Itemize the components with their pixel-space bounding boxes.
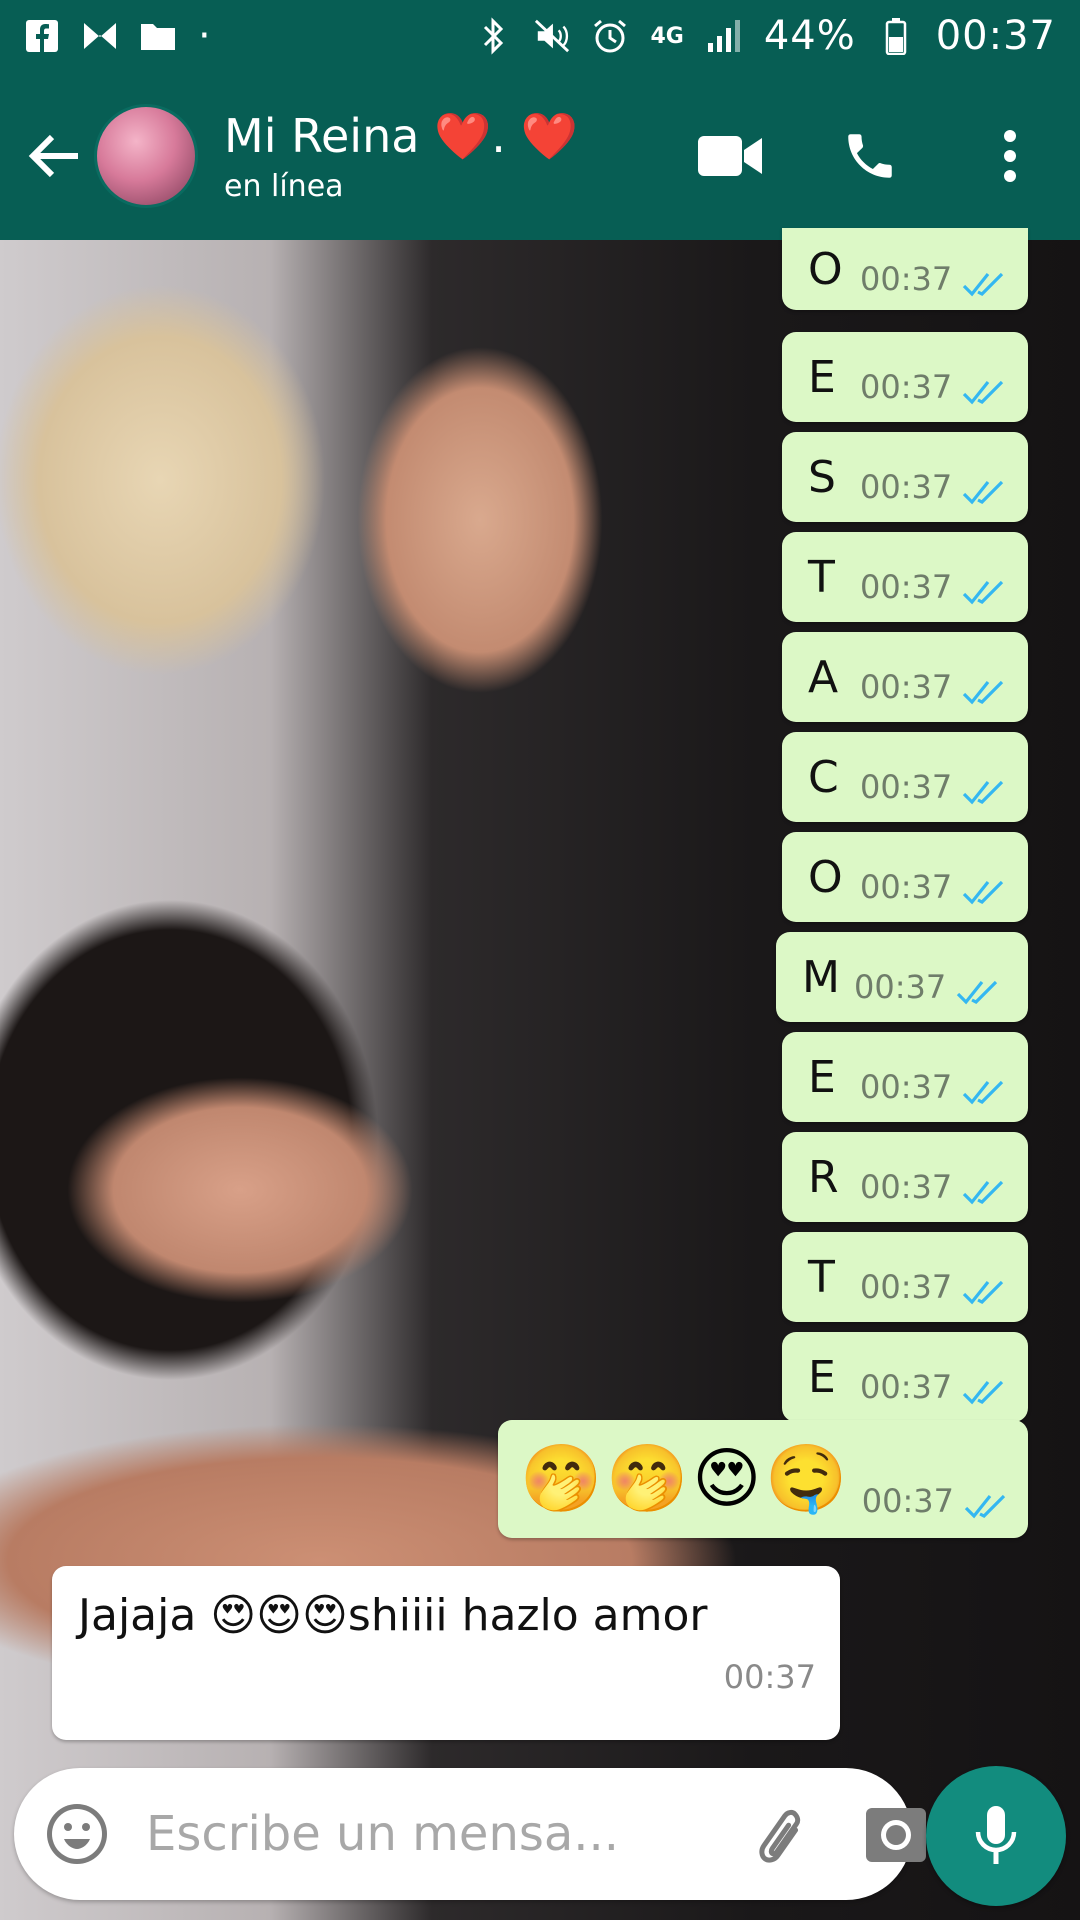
read-check-icon [963, 680, 1004, 705]
message-text: T [808, 551, 835, 603]
read-check-icon [963, 480, 1004, 505]
message-text: 🤭🤭😍🤤 [520, 1440, 852, 1517]
facebook-icon [24, 18, 60, 54]
message-text: M [802, 951, 840, 1003]
message-time: 00:37 [860, 468, 953, 506]
paperclip-icon [759, 1809, 801, 1863]
notification-app-icon [82, 18, 118, 54]
contact-name: Mi Reina ❤️. ❤️ [224, 108, 578, 163]
message-bubble-outgoing[interactable]: A 00:37 [782, 632, 1028, 722]
read-check-icon [963, 272, 1004, 297]
read-check-icon [963, 1180, 1004, 1205]
status-bar: · 4G 44% 00:37 [0, 0, 1080, 72]
message-time: 00:37 [860, 768, 953, 806]
message-time: 00:37 [860, 668, 953, 706]
message-text: C [808, 751, 839, 803]
contact-info[interactable]: Mi Reina ❤️. ❤️ en línea [224, 109, 690, 204]
more-vert-icon [1004, 130, 1016, 182]
message-time: 00:37 [860, 1268, 953, 1306]
bluetooth-icon [476, 17, 512, 55]
message-bubble-outgoing[interactable]: C 00:37 [782, 732, 1028, 822]
message-input[interactable] [144, 1805, 746, 1863]
camera-button[interactable] [864, 1799, 928, 1869]
message-time: 00:37 [860, 1068, 953, 1106]
message-text: Jajaja 😍😍😍shiiii hazlo amor [78, 1590, 708, 1641]
message-time: 00:37 [861, 1482, 954, 1520]
signal-icon [706, 18, 742, 54]
message-text: E [808, 351, 836, 403]
message-bubble-outgoing[interactable]: T 00:37 [782, 532, 1028, 622]
message-time: 00:37 [860, 368, 953, 406]
message-bubble-outgoing[interactable]: O 00:37 [782, 832, 1028, 922]
message-text: O [808, 851, 843, 903]
message-bubble-outgoing[interactable]: O 00:37 [782, 228, 1028, 310]
message-time: 00:37 [860, 260, 953, 298]
message-bubble-outgoing[interactable]: M 00:37 [776, 932, 1028, 1022]
read-check-icon [963, 1280, 1004, 1305]
message-time: 00:37 [860, 1368, 953, 1406]
emoji-button[interactable] [44, 1801, 110, 1867]
message-time: 00:37 [860, 868, 953, 906]
mute-vibrate-icon [534, 18, 570, 54]
message-text: A [808, 651, 839, 703]
video-call-button[interactable] [690, 116, 770, 196]
mic-button[interactable] [926, 1766, 1066, 1906]
avatar[interactable] [94, 104, 198, 208]
back-button[interactable] [14, 116, 94, 196]
message-text: T [808, 1251, 835, 1303]
microphone-icon [975, 1806, 1017, 1864]
read-check-icon [964, 1494, 1006, 1519]
camera-icon [866, 1808, 926, 1862]
read-check-icon [957, 980, 998, 1005]
message-bubble-incoming[interactable]: Jajaja 😍😍😍shiiii hazlo amor 00:37 [52, 1566, 840, 1740]
read-check-icon [963, 1080, 1004, 1105]
message-bubble-outgoing[interactable]: S 00:37 [782, 432, 1028, 522]
message-time: 00:37 [860, 1168, 953, 1206]
message-bubble-outgoing[interactable]: E 00:37 [782, 1332, 1028, 1422]
message-bubble-outgoing[interactable]: E 00:37 [782, 332, 1028, 422]
back-arrow-icon [28, 134, 78, 178]
status-dot: · [198, 13, 212, 59]
more-options-button[interactable] [970, 116, 1050, 196]
message-text: R [808, 1151, 839, 1203]
message-text: S [808, 451, 836, 503]
message-time: 00:37 [723, 1658, 816, 1696]
message-bubble-outgoing[interactable]: 🤭🤭😍🤤 00:37 [498, 1420, 1028, 1538]
video-camera-icon [698, 136, 762, 176]
clock: 00:37 [935, 13, 1056, 59]
smiley-icon [47, 1804, 107, 1864]
read-check-icon [963, 1380, 1004, 1405]
read-check-icon [963, 380, 1004, 405]
attach-button[interactable] [746, 1799, 812, 1869]
message-bubble-outgoing[interactable]: R 00:37 [782, 1132, 1028, 1222]
battery-percent: 44% [763, 13, 856, 59]
read-check-icon [963, 580, 1004, 605]
message-text: E [808, 1351, 836, 1403]
message-text: O [808, 243, 843, 295]
message-time: 00:37 [860, 568, 953, 606]
message-text: E [808, 1051, 836, 1103]
message-bubble-outgoing[interactable]: E 00:37 [782, 1032, 1028, 1122]
phone-icon [848, 134, 892, 178]
message-bubble-outgoing[interactable]: T 00:37 [782, 1232, 1028, 1322]
read-check-icon [963, 780, 1004, 805]
alarm-icon [592, 18, 628, 54]
battery-icon [878, 18, 914, 55]
voice-call-button[interactable] [830, 116, 910, 196]
contact-status: en línea [224, 168, 344, 204]
network-type: 4G [650, 23, 684, 49]
read-check-icon [963, 880, 1004, 905]
message-composer [14, 1768, 926, 1900]
message-time: 00:37 [854, 968, 947, 1006]
folder-icon [140, 18, 176, 54]
chat-header: Mi Reina ❤️. ❤️ en línea [0, 72, 1080, 240]
